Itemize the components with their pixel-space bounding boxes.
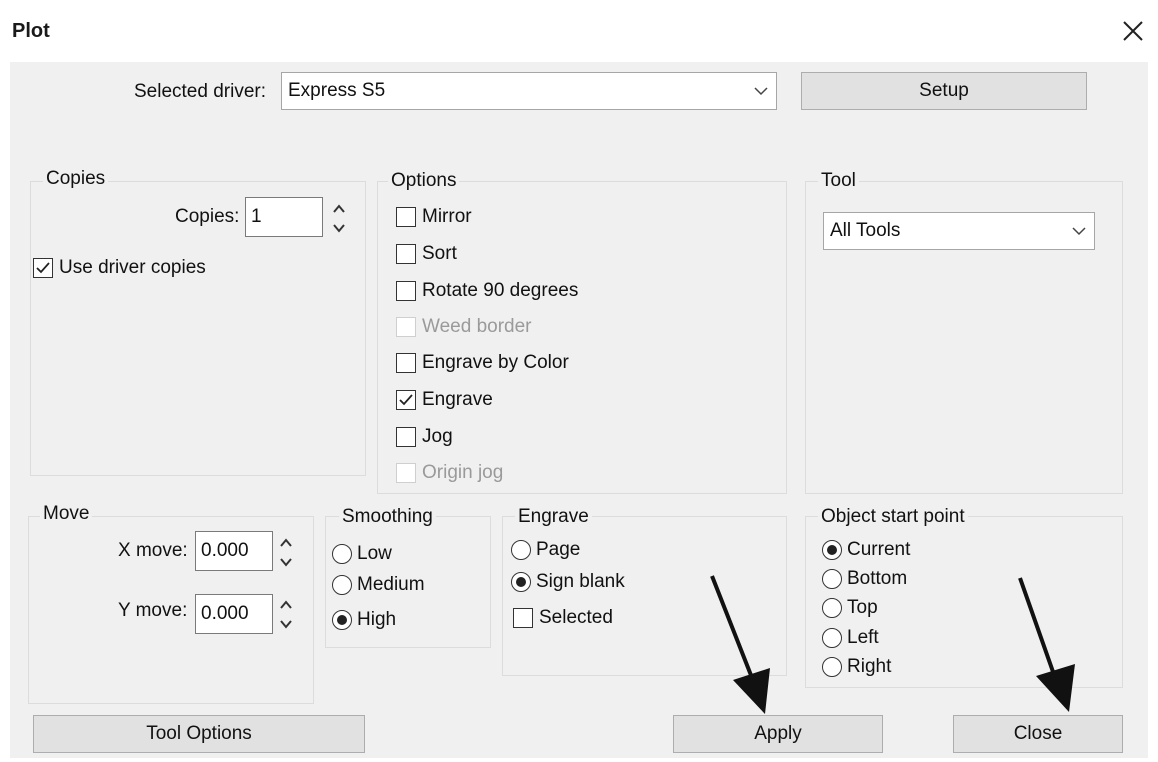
- arrow-annotation-icon: [710, 575, 1075, 714]
